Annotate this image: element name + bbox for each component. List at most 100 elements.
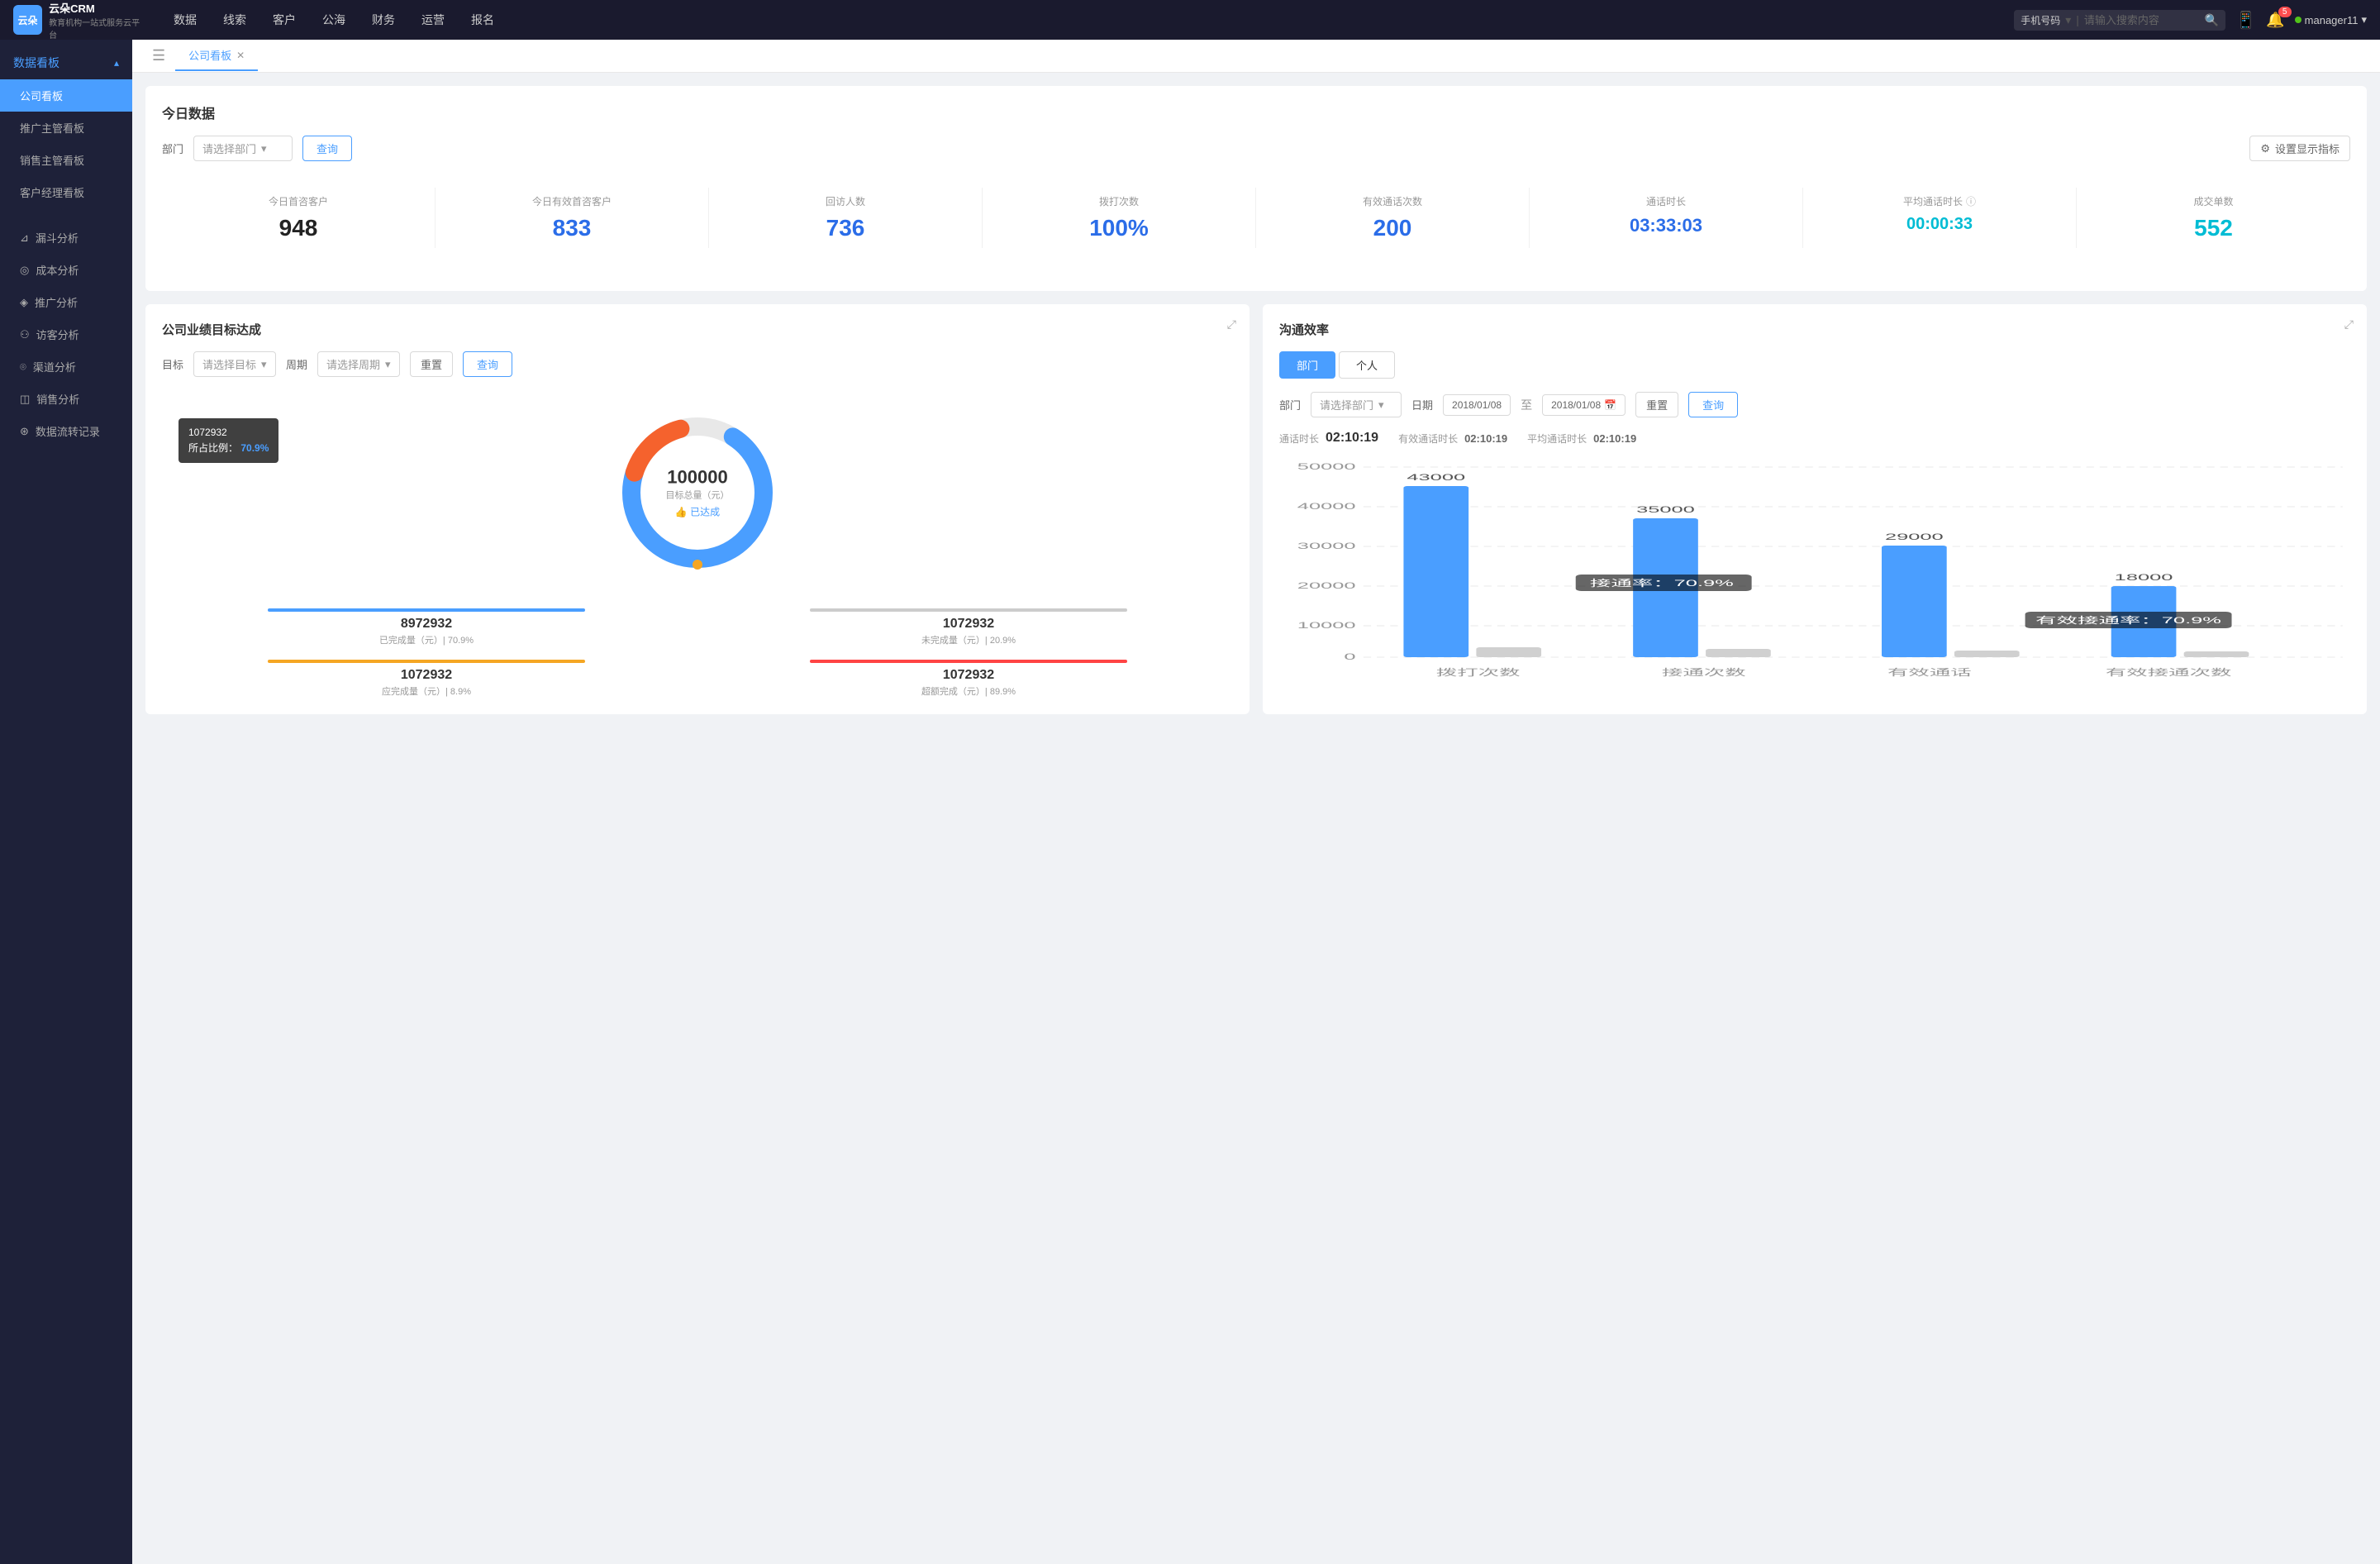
nav-enrollment[interactable]: 报名 xyxy=(459,7,506,33)
comm-stat-duration: 通话时长 02:10:19 xyxy=(1279,431,1378,446)
tooltip-id: 1072932 xyxy=(188,425,269,441)
comm-tab-dept[interactable]: 部门 xyxy=(1279,351,1335,379)
sidebar-section-dashboard: 数据看板 ▴ 公司看板 推广主管看板 销售主管看板 客户经理看板 xyxy=(0,40,132,215)
nav-data[interactable]: 数据 xyxy=(162,7,208,33)
data-flow-icon: ⊛ xyxy=(20,425,29,438)
stat-bar-should xyxy=(268,660,585,663)
donut-center-info: 100000 目标总量（元） 👍 已达成 xyxy=(666,467,730,519)
goal-panel-expand-icon[interactable]: ⤢ xyxy=(1227,317,1236,331)
info-icon: ⓘ xyxy=(1966,194,1976,208)
svg-text:43000: 43000 xyxy=(1407,472,1465,482)
sidebar-item-label: 数据流转记录 xyxy=(36,423,100,439)
stat-value: 03:33:03 xyxy=(1540,215,1792,236)
search-type-select[interactable]: 手机号码 xyxy=(2021,13,2060,27)
effective-value: 02:10:19 xyxy=(1464,432,1507,445)
comm-tabs: 部门 个人 xyxy=(1279,351,2350,379)
stat-label-over: 超额完成（元）| 89.9% xyxy=(704,684,1233,698)
stat-value: 552 xyxy=(2087,215,2340,241)
stat-label: 今日有效首咨客户 xyxy=(445,194,698,208)
notification-icon[interactable]: 🔔 5 xyxy=(2266,12,2284,29)
goal-query-button[interactable]: 查询 xyxy=(463,351,512,377)
svg-text:拨打次数: 拨打次数 xyxy=(1436,667,1521,677)
sidebar-item-visitor[interactable]: ⚇ 访客分析 xyxy=(0,318,132,350)
sidebar-item-sales-manager[interactable]: 销售主管看板 xyxy=(0,144,132,176)
comm-reset-button[interactable]: 重置 xyxy=(1635,392,1678,417)
today-query-button[interactable]: 查询 xyxy=(302,136,352,161)
svg-text:40000: 40000 xyxy=(1297,501,1356,511)
svg-text:29000: 29000 xyxy=(1885,532,1944,541)
period-label: 周期 xyxy=(286,356,307,372)
svg-text:有效接通率：70.9%: 有效接通率：70.9% xyxy=(2035,615,2221,625)
page-content: 今日数据 部门 请选择部门 ▾ 查询 ⚙ 设置显示指标 今日首咨客户 xyxy=(132,73,2380,727)
comm-panel-expand-icon[interactable]: ⤢ xyxy=(2344,317,2354,331)
stat-bar-completed xyxy=(268,608,585,612)
nav-right-area: 手机号码 ▾ | 🔍 📱 🔔 5 manager11 ▾ xyxy=(2014,10,2367,31)
goal-stat-completed: 8972932 已完成量（元）| 70.9% xyxy=(162,608,691,646)
comm-filter-row: 部门 请选择部门 ▾ 日期 2018/01/08 至 2018/01/08 📅 … xyxy=(1279,392,2350,417)
goal-filter-row: 目标 请选择目标 ▾ 周期 请选择周期 ▾ 重置 查询 xyxy=(162,351,1233,377)
comm-dept-select[interactable]: 请选择部门 ▾ xyxy=(1311,392,1402,417)
stat-value-over: 1072932 xyxy=(704,668,1233,683)
period-select[interactable]: 请选择周期 ▾ xyxy=(317,351,400,377)
date-separator: 至 xyxy=(1521,397,1532,413)
sidebar-item-data-flow[interactable]: ⊛ 数据流转记录 xyxy=(0,415,132,447)
comm-date-label: 日期 xyxy=(1411,397,1433,412)
goal-select[interactable]: 请选择目标 ▾ xyxy=(193,351,276,377)
filter-left: 部门 请选择部门 ▾ 查询 xyxy=(162,136,352,161)
sidebar-section-title: 数据看板 xyxy=(13,55,60,71)
nav-customers[interactable]: 客户 xyxy=(261,7,307,33)
sidebar-item-label: 销售主管看板 xyxy=(20,152,84,168)
sidebar-item-label: 访客分析 xyxy=(36,327,79,342)
tab-close-icon[interactable]: ✕ xyxy=(236,50,245,61)
dept-filter-label: 部门 xyxy=(162,141,183,156)
comm-date-from[interactable]: 2018/01/08 xyxy=(1443,394,1511,416)
select-chevron-icon: ▾ xyxy=(261,142,267,155)
sidebar-item-channel[interactable]: ⌾ 渠道分析 xyxy=(0,350,132,383)
sidebar-item-label: 推广分析 xyxy=(35,294,78,310)
tab-company-board[interactable]: 公司看板 ✕ xyxy=(175,41,258,71)
svg-text:18000: 18000 xyxy=(2115,572,2173,582)
username: manager11 xyxy=(2305,14,2359,26)
donut-center-label: 目标总量（元） xyxy=(666,489,730,502)
user-menu[interactable]: manager11 ▾ xyxy=(2295,13,2367,26)
nav-operations[interactable]: 运营 xyxy=(410,7,456,33)
cost-icon: ◎ xyxy=(20,264,29,277)
goal-reset-button[interactable]: 重置 xyxy=(410,351,453,377)
tab-bar: ☰ 公司看板 ✕ xyxy=(132,40,2380,73)
sidebar-item-funnel[interactable]: ⊿ 漏斗分析 xyxy=(0,222,132,254)
comm-stat-avg: 平均通话时长 02:10:19 xyxy=(1527,432,1636,446)
bar-chart-container: 50000 40000 30000 20000 10000 0 43000 xyxy=(1279,459,2350,690)
comm-date-to[interactable]: 2018/01/08 📅 xyxy=(1542,394,1626,416)
stat-value: 100% xyxy=(992,215,1245,241)
sidebar-item-company-board[interactable]: 公司看板 xyxy=(0,79,132,112)
comm-tab-personal[interactable]: 个人 xyxy=(1339,351,1395,379)
sidebar-section-header[interactable]: 数据看板 ▴ xyxy=(0,46,132,79)
search-icon[interactable]: 🔍 xyxy=(2205,13,2219,27)
settings-display-button[interactable]: ⚙ 设置显示指标 xyxy=(2249,136,2350,161)
sidebar-item-label: 公司看板 xyxy=(20,88,63,103)
sidebar-item-promotion-manager[interactable]: 推广主管看板 xyxy=(0,112,132,144)
stat-value: 736 xyxy=(719,215,972,241)
logo: 云朵 云朵CRM 教育机构一站式服务云平台 xyxy=(13,0,145,41)
promotion-icon: ◈ xyxy=(20,296,28,309)
nav-leads[interactable]: 线索 xyxy=(212,7,258,33)
nav-public-sea[interactable]: 公海 xyxy=(311,7,357,33)
sidebar-item-sales[interactable]: ◫ 销售分析 xyxy=(0,383,132,415)
sidebar-item-customer-manager[interactable]: 客户经理看板 xyxy=(0,176,132,208)
sidebar-item-cost[interactable]: ◎ 成本分析 xyxy=(0,254,132,286)
nav-finance[interactable]: 财务 xyxy=(360,7,407,33)
stat-label: 成交单数 xyxy=(2087,194,2340,208)
sidebar-item-promotion[interactable]: ◈ 推广分析 xyxy=(0,286,132,318)
search-input[interactable] xyxy=(2084,14,2200,26)
tablet-icon[interactable]: 📱 xyxy=(2235,10,2256,31)
avg-label: 平均通话时长 xyxy=(1527,432,1587,446)
user-dropdown-icon: ▾ xyxy=(2361,13,2367,26)
stat-label: 拨打次数 xyxy=(992,194,1245,208)
logo-text: 云朵CRM 教育机构一站式服务云平台 xyxy=(49,0,145,41)
today-stats-row: 今日首咨客户 948 今日有效首咨客户 833 回访人数 736 拨打次数 10… xyxy=(162,174,2350,261)
sidebar-item-label: 成本分析 xyxy=(36,262,79,278)
tab-menu-toggle[interactable]: ☰ xyxy=(145,44,172,68)
dept-select[interactable]: 请选择部门 ▾ xyxy=(193,136,293,161)
goal-panel-title: 公司业绩目标达成 xyxy=(162,321,1233,338)
comm-query-button[interactable]: 查询 xyxy=(1688,392,1738,417)
